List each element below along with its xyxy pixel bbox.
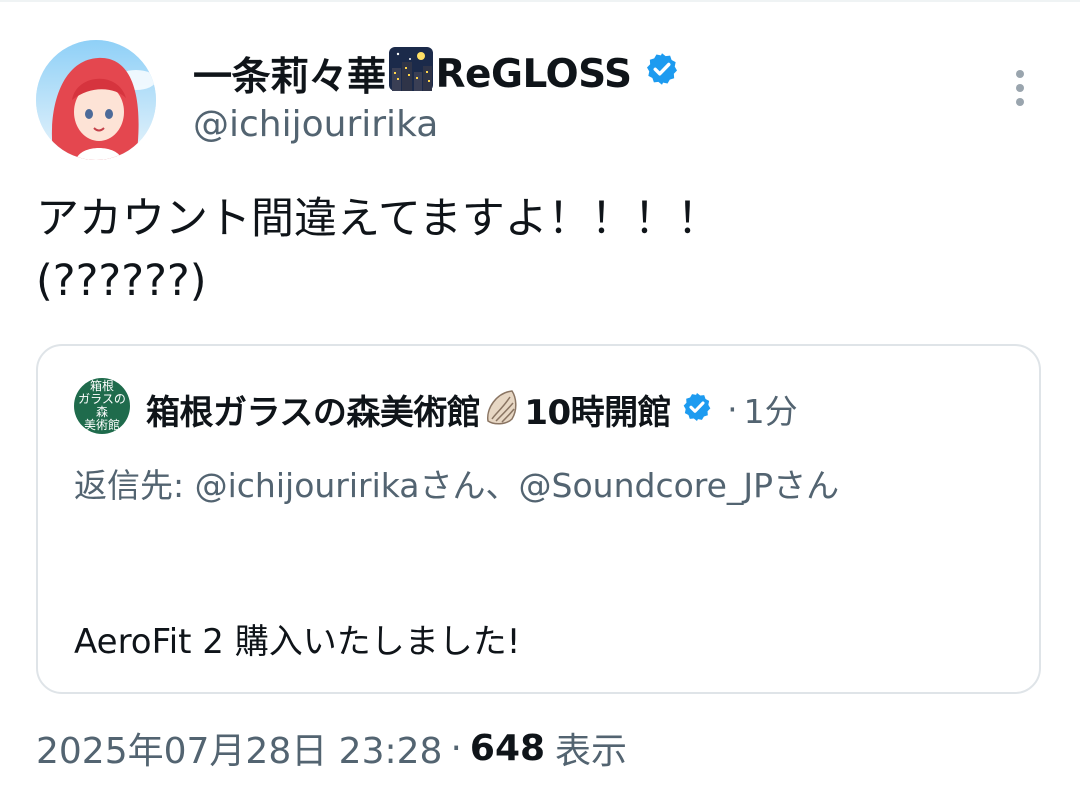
avatar-text-line: ガラスの森 — [78, 392, 126, 419]
reply-to-line: 返信先: @ichijouririkaさん、@Soundcore_JPさん — [74, 458, 1004, 514]
tweet-text: アカウント間違えてますよ！！！！ (??????) — [36, 194, 720, 306]
quoted-author-name[interactable]: 箱根ガラスの森美術館 — [146, 385, 481, 434]
author-display-name-suffix[interactable]: ReGLOSS — [436, 52, 633, 97]
verified-badge-icon[interactable] — [644, 51, 680, 97]
more-vertical-icon[interactable] — [1008, 64, 1032, 112]
reply-prefix: 返信先: — [74, 466, 185, 505]
avatar-text-line: 美術館 — [83, 418, 120, 432]
author-name-row[interactable]: 一条莉々華 ReGLOSS — [193, 46, 680, 102]
quoted-tweet-time[interactable]: 1分 — [744, 385, 798, 433]
reply-joiner: さん — [773, 466, 840, 505]
tweet-meta: 2025年07月28日 23:28 · 648 表示 — [36, 722, 627, 774]
spiral-shell-emoji-icon — [482, 387, 522, 431]
author-avatar[interactable] — [36, 40, 156, 160]
verified-badge-icon[interactable] — [681, 391, 713, 427]
view-count-label: 表示 — [555, 731, 628, 772]
tweet-timestamp[interactable]: 2025年07月28日 23:28 — [36, 722, 442, 774]
quoted-author-name-suffix[interactable]: 10時開館 — [524, 385, 671, 434]
quoted-tweet-card[interactable]: 箱根 ガラスの森 美術館 箱根ガラスの森美術館 10時開館 · 1分 返信先: … — [36, 344, 1041, 694]
reply-joiner: さん、 — [419, 466, 519, 505]
quoted-tweet-header: 箱根ガラスの森美術館 10時開館 · 1分 — [146, 384, 798, 434]
author-display-name[interactable]: 一条莉々華 — [193, 46, 386, 102]
author-handle[interactable]: @ichijouririka — [193, 104, 438, 145]
quoted-author-avatar[interactable]: 箱根 ガラスの森 美術館 — [74, 378, 130, 434]
quoted-tweet-text: AeroFit 2 購入いたしました! — [74, 622, 521, 662]
meta-separator: · — [450, 727, 462, 769]
night-city-emoji-icon — [388, 46, 434, 102]
view-count[interactable]: 648 — [470, 728, 545, 769]
top-divider — [0, 0, 1080, 2]
quoted-time-separator: · — [727, 389, 738, 429]
reply-mention-link[interactable]: @Soundcore_JP — [519, 466, 774, 505]
reply-mention-link[interactable]: @ichijouririka — [195, 466, 420, 505]
